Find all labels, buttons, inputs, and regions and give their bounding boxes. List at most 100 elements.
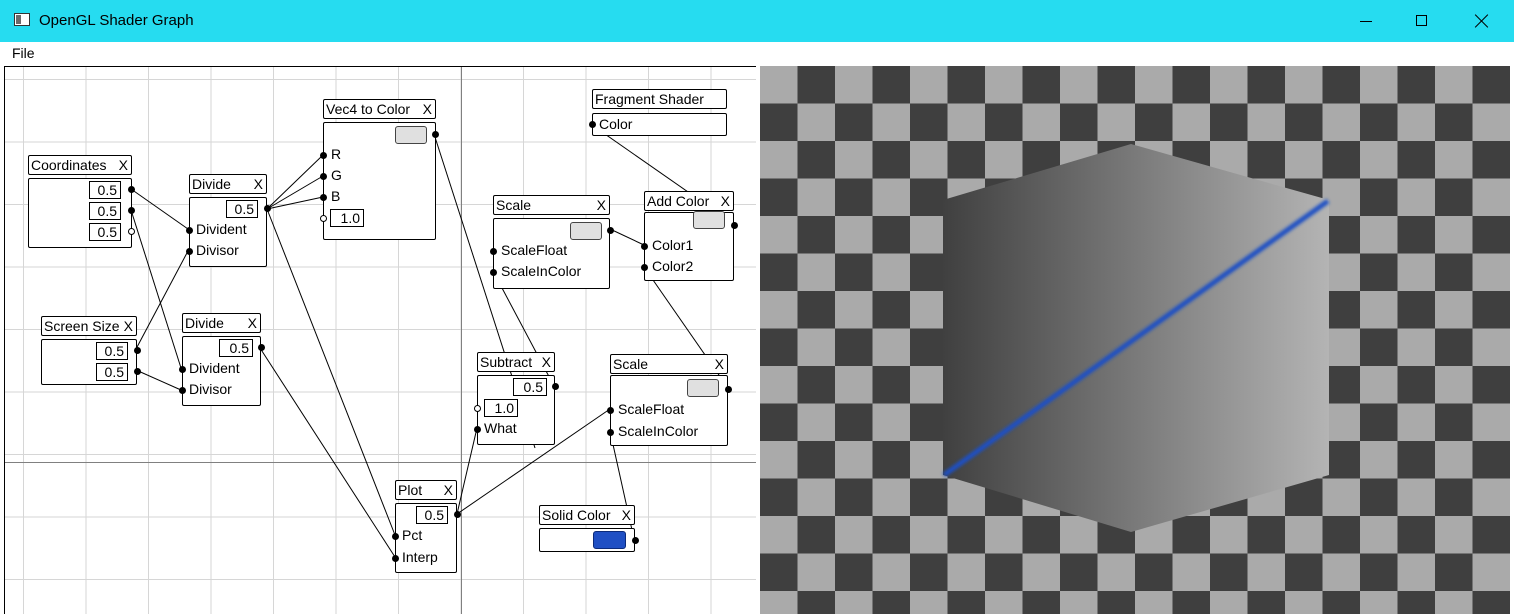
- node-header[interactable]: Solid Color X: [539, 505, 635, 525]
- port-label-divisor: Divisor: [196, 242, 239, 258]
- node-body: Color: [589, 113, 727, 136]
- divide-value-field[interactable]: 0.5: [226, 200, 258, 218]
- node-title: Divide: [192, 176, 231, 192]
- node-header[interactable]: Divide X: [182, 313, 261, 333]
- node-close-button[interactable]: X: [715, 356, 724, 372]
- output-port[interactable]: [134, 368, 141, 375]
- divide-value-field[interactable]: 0.5: [219, 339, 253, 357]
- port-label-divident: Divident: [189, 360, 240, 376]
- node-close-button[interactable]: X: [124, 318, 133, 334]
- input-port[interactable]: [474, 405, 481, 412]
- port-label-color: Color: [599, 116, 633, 132]
- node-close-button[interactable]: X: [248, 315, 257, 331]
- close-button[interactable]: [1459, 6, 1505, 36]
- output-port[interactable]: [128, 186, 135, 193]
- node-header[interactable]: Coordinates X: [28, 155, 132, 175]
- node-header[interactable]: Vec4 to Color X: [323, 99, 436, 119]
- output-port[interactable]: [128, 228, 135, 235]
- window-border-right: [1510, 66, 1514, 614]
- input-port[interactable]: [474, 426, 481, 433]
- input-port[interactable]: [179, 387, 186, 394]
- output-port[interactable]: [432, 131, 439, 138]
- menu-file[interactable]: File: [12, 45, 35, 61]
- port-label-scalefloat: ScaleFloat: [501, 242, 568, 258]
- node-title: Solid Color: [542, 507, 611, 523]
- input-port[interactable]: [490, 269, 497, 276]
- color-preview-swatch: [687, 379, 719, 397]
- output-port[interactable]: [632, 537, 639, 544]
- node-close-button[interactable]: X: [622, 507, 631, 523]
- alpha-value-field[interactable]: 1.0: [330, 209, 364, 227]
- input-port[interactable]: [607, 407, 614, 414]
- screen-width-field[interactable]: 0.5: [96, 342, 128, 360]
- node-title: Plot: [398, 482, 423, 498]
- node-header[interactable]: Scale X: [610, 354, 728, 374]
- node-body: 0.5 Divident Divisor: [186, 197, 271, 267]
- node-title: Screen Size: [44, 318, 120, 334]
- output-port[interactable]: [454, 511, 461, 518]
- node-header[interactable]: Add Color X: [644, 191, 734, 211]
- port-label-divident: Divident: [196, 221, 247, 237]
- node-body: R G B 1.0: [320, 122, 439, 240]
- node-body: 0.5 1.0 What: [474, 375, 559, 445]
- maximize-button[interactable]: [1399, 6, 1445, 36]
- input-port[interactable]: [179, 366, 186, 373]
- port-label-color1: Color1: [652, 237, 694, 253]
- node-title: Scale: [613, 356, 649, 372]
- input-port[interactable]: [320, 215, 327, 222]
- input-port[interactable]: [392, 555, 399, 562]
- minimize-button[interactable]: [1343, 6, 1389, 36]
- output-port[interactable]: [607, 227, 614, 234]
- node-close-button[interactable]: X: [444, 482, 453, 498]
- output-port[interactable]: [552, 383, 559, 390]
- node-header[interactable]: Divide X: [189, 174, 267, 194]
- node-header[interactable]: Subtract X: [477, 352, 555, 372]
- node-body: ScaleFloat ScaleInColor: [607, 375, 732, 446]
- output-port[interactable]: [258, 344, 265, 351]
- input-port[interactable]: [641, 264, 648, 271]
- input-port[interactable]: [589, 121, 596, 128]
- input-port[interactable]: [490, 248, 497, 255]
- node-header[interactable]: Plot X: [395, 480, 457, 500]
- subtract-from-field[interactable]: 1.0: [484, 399, 518, 417]
- input-port[interactable]: [320, 152, 327, 159]
- output-port[interactable]: [134, 347, 141, 354]
- screen-height-field[interactable]: 0.5: [96, 363, 128, 381]
- port-label-divisor: Divisor: [189, 381, 232, 397]
- input-port[interactable]: [186, 248, 193, 255]
- output-port[interactable]: [128, 207, 135, 214]
- node-close-button[interactable]: X: [254, 176, 263, 192]
- close-icon: [1474, 13, 1490, 29]
- coordinate-y-field[interactable]: 0.5: [89, 202, 121, 220]
- node-header[interactable]: Scale X: [493, 195, 610, 215]
- node-close-button[interactable]: X: [119, 157, 128, 173]
- input-port[interactable]: [607, 429, 614, 436]
- app-window-icon: [14, 13, 30, 26]
- node-graph-canvas[interactable]: Coordinates X 0.5 0.5 0.5 Divide X 0.5 D…: [4, 66, 756, 614]
- subtract-value-field[interactable]: 0.5: [513, 378, 547, 396]
- output-port[interactable]: [731, 222, 738, 229]
- node-header[interactable]: Screen Size X: [41, 316, 137, 336]
- coordinate-x-field[interactable]: 0.5: [89, 181, 121, 199]
- input-port[interactable]: [641, 243, 648, 250]
- node-close-button[interactable]: X: [542, 354, 551, 370]
- node-title: Coordinates: [31, 157, 107, 173]
- shader-preview-viewport[interactable]: [760, 66, 1510, 614]
- input-port[interactable]: [320, 194, 327, 201]
- solid-color-picker[interactable]: [593, 531, 626, 549]
- node-close-button[interactable]: X: [721, 193, 730, 209]
- wire: [609, 228, 645, 246]
- output-port[interactable]: [725, 386, 732, 393]
- input-port[interactable]: [186, 227, 193, 234]
- input-port[interactable]: [392, 533, 399, 540]
- input-port[interactable]: [320, 173, 327, 180]
- port-label-color2: Color2: [652, 258, 694, 274]
- node-body: 0.5 0.5 0.5: [28, 178, 135, 248]
- node-header[interactable]: Fragment Shader: [592, 89, 727, 109]
- node-close-button[interactable]: X: [423, 101, 432, 117]
- coordinate-z-field[interactable]: 0.5: [89, 223, 121, 241]
- output-port[interactable]: [264, 205, 271, 212]
- node-close-button[interactable]: X: [597, 197, 606, 213]
- wire: [456, 427, 478, 515]
- plot-value-field[interactable]: 0.5: [416, 506, 448, 524]
